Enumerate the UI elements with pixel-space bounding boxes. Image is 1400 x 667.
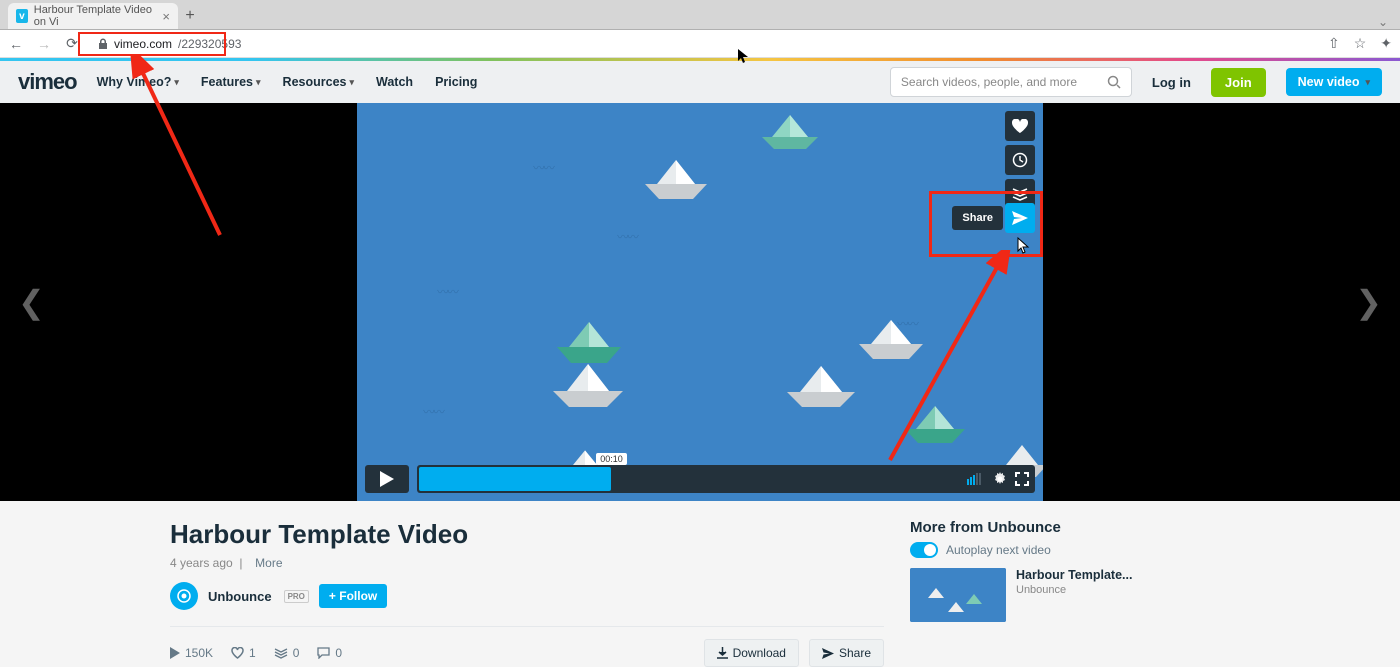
related-thumbnail[interactable] bbox=[910, 568, 1006, 622]
close-tab-icon[interactable]: × bbox=[162, 9, 170, 24]
main-nav: Why Vimeo?▾ Features▾ Resources▾ Watch P… bbox=[97, 75, 478, 89]
share-tooltip-wrap: Share bbox=[952, 203, 1035, 233]
download-button[interactable]: Download bbox=[704, 639, 799, 667]
boat-icon bbox=[645, 157, 707, 199]
reload-button[interactable]: ⟳ bbox=[64, 35, 80, 52]
bookmark-icon[interactable]: ☆ bbox=[1354, 35, 1367, 52]
boat-icon bbox=[859, 317, 923, 359]
lock-icon bbox=[98, 38, 108, 50]
prev-video-arrow[interactable]: ❮ bbox=[18, 283, 45, 321]
related-title[interactable]: Harbour Template... bbox=[1016, 568, 1132, 582]
search-icon bbox=[1107, 75, 1121, 89]
next-video-arrow[interactable]: ❯ bbox=[1355, 283, 1382, 321]
nav-features[interactable]: Features▾ bbox=[201, 75, 261, 89]
vimeo-logo[interactable]: vimeo bbox=[18, 69, 77, 95]
posted-time: 4 years ago bbox=[170, 556, 233, 570]
progress-fill bbox=[419, 467, 611, 491]
chevron-down-icon: ▾ bbox=[349, 77, 354, 88]
uploader-name[interactable]: Unbounce bbox=[208, 589, 272, 604]
cursor-icon bbox=[1017, 237, 1031, 255]
chevron-down-icon: ▾ bbox=[256, 77, 261, 88]
share-page-icon[interactable]: ⇧ bbox=[1328, 35, 1340, 52]
video-meta: 4 years ago | More bbox=[170, 556, 884, 570]
nav-resources[interactable]: Resources▾ bbox=[283, 75, 354, 89]
boat-icon bbox=[905, 403, 965, 443]
chevron-down-icon: ▾ bbox=[174, 77, 179, 88]
related-info: Harbour Template... Unbounce bbox=[1016, 568, 1132, 622]
uploader-avatar[interactable] bbox=[170, 582, 198, 610]
boat-icon bbox=[787, 363, 855, 407]
like-button[interactable] bbox=[1005, 111, 1035, 141]
sidebar-heading: More from Unbounce bbox=[910, 519, 1230, 536]
play-button[interactable] bbox=[365, 465, 409, 493]
site-header: vimeo Why Vimeo?▾ Features▾ Resources▾ W… bbox=[0, 61, 1400, 103]
extensions-icon[interactable]: ✦ bbox=[1380, 35, 1392, 52]
video-title: Harbour Template Video bbox=[170, 519, 884, 550]
video-player[interactable]: 〰〰 〰〰 〰〰 〰〰 〰〰 〰〰 Share bbox=[357, 103, 1043, 501]
related-user[interactable]: Unbounce bbox=[1016, 584, 1132, 596]
share-tooltip-label: Share bbox=[952, 206, 1003, 230]
search-placeholder: Search videos, people, and more bbox=[901, 75, 1077, 89]
player-actions bbox=[1005, 111, 1035, 209]
time-tooltip: 00:10 bbox=[596, 453, 627, 465]
nav-watch[interactable]: Watch bbox=[376, 75, 413, 89]
video-stats: 150K 1 0 0 Download Share bbox=[170, 626, 884, 667]
share-button[interactable] bbox=[1005, 203, 1035, 233]
tab-title: Harbour Template Video on Vi bbox=[34, 4, 157, 28]
nav-why-vimeo[interactable]: Why Vimeo?▾ bbox=[97, 75, 179, 89]
watch-later-button[interactable] bbox=[1005, 145, 1035, 175]
search-input[interactable]: Search videos, people, and more bbox=[890, 67, 1132, 97]
boat-icon bbox=[557, 319, 621, 363]
autoplay-toggle[interactable] bbox=[910, 542, 938, 558]
new-video-button[interactable]: New video▾ bbox=[1286, 68, 1382, 96]
window-expand-icon[interactable]: ⌄ bbox=[1378, 15, 1388, 29]
browser-tab[interactable]: v Harbour Template Video on Vi × bbox=[8, 3, 178, 29]
video-info: Harbour Template Video 4 years ago | Mor… bbox=[170, 519, 884, 667]
pro-badge: PRO bbox=[284, 590, 309, 603]
below-player: Harbour Template Video 4 years ago | Mor… bbox=[170, 501, 1230, 667]
new-tab-button[interactable]: + bbox=[178, 3, 202, 29]
sidebar: More from Unbounce Autoplay next video H… bbox=[910, 519, 1230, 667]
share-below-button[interactable]: Share bbox=[809, 639, 884, 667]
autoplay-row[interactable]: Autoplay next video bbox=[910, 542, 1230, 558]
autoplay-label: Autoplay next video bbox=[946, 543, 1051, 557]
browser-toolbar: ← → ⟳ vimeo.com/229320593 ⇧ ☆ ✦ bbox=[0, 30, 1400, 58]
browser-tabbar: v Harbour Template Video on Vi × + ⌄ bbox=[0, 0, 1400, 30]
join-button[interactable]: Join bbox=[1211, 68, 1266, 97]
right-controls bbox=[967, 472, 1029, 486]
more-link[interactable]: More bbox=[255, 556, 282, 570]
back-button[interactable]: ← bbox=[8, 36, 24, 52]
boat-icon bbox=[762, 113, 818, 149]
follow-button[interactable]: + Follow bbox=[319, 584, 387, 608]
progress-bar[interactable]: 00:10 bbox=[417, 465, 1035, 493]
player-controls: 00:10 bbox=[365, 465, 1035, 493]
url-host: vimeo.com bbox=[114, 37, 172, 51]
nav-pricing[interactable]: Pricing bbox=[435, 75, 477, 89]
related-video[interactable]: Harbour Template... Unbounce bbox=[910, 568, 1230, 622]
url-path: /229320593 bbox=[178, 37, 241, 51]
favicon-icon: v bbox=[16, 9, 28, 23]
fullscreen-icon[interactable] bbox=[1015, 472, 1029, 486]
address-bar[interactable]: vimeo.com/229320593 bbox=[92, 37, 1316, 51]
boat-icon bbox=[553, 361, 623, 407]
video-stage: ❮ ❯ 〰〰 〰〰 〰〰 〰〰 〰〰 〰〰 Share bbox=[0, 103, 1400, 501]
chevron-down-icon: ▾ bbox=[1365, 77, 1370, 88]
uploader-row: Unbounce PRO + Follow bbox=[170, 582, 884, 610]
login-link[interactable]: Log in bbox=[1152, 75, 1191, 90]
forward-button[interactable]: → bbox=[36, 36, 52, 52]
settings-icon[interactable] bbox=[993, 472, 1007, 486]
volume-icon[interactable] bbox=[967, 473, 985, 485]
